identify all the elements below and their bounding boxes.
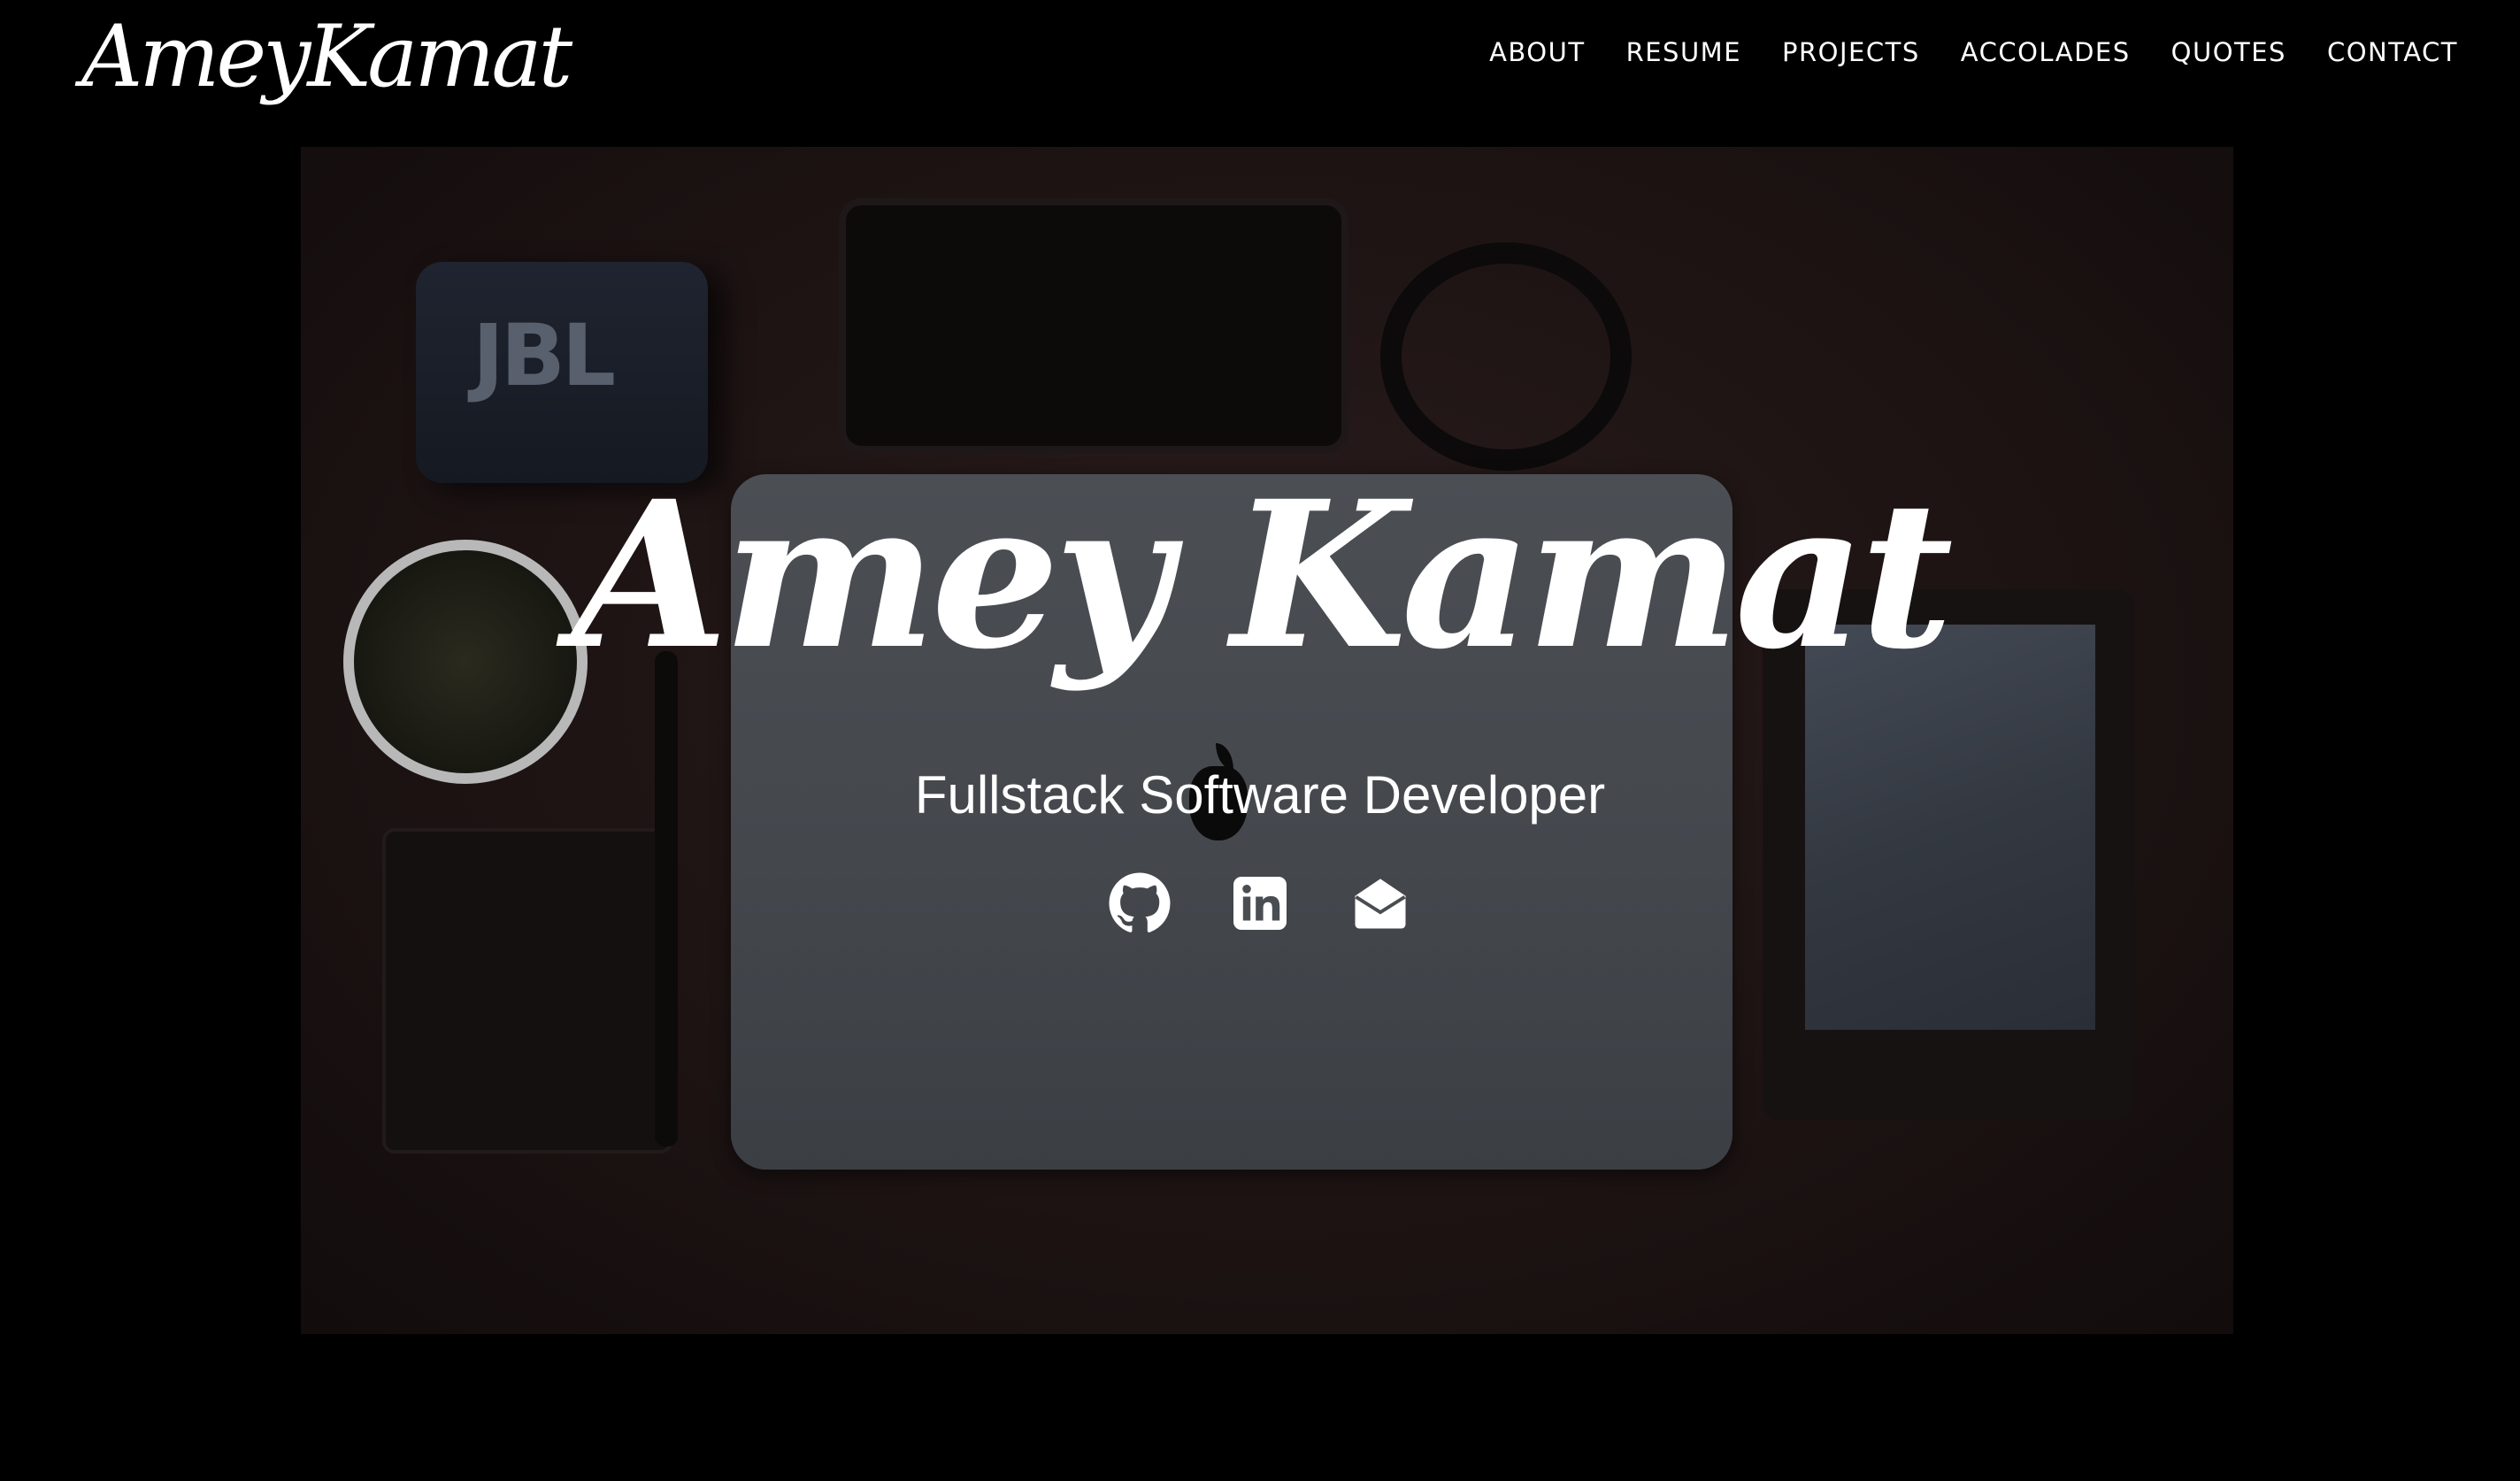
fitness-band bbox=[1380, 242, 1632, 471]
speaker-logo: JBL bbox=[472, 306, 616, 405]
navbar: AmeyKamat ABOUT RESUME PROJECTS ACCOLADE… bbox=[0, 0, 2520, 133]
nav-menu: ABOUT RESUME PROJECTS ACCOLADES QUOTES C… bbox=[1489, 37, 2458, 67]
brand-logo[interactable]: AmeyKamat bbox=[81, 7, 572, 106]
page: AmeyKamat ABOUT RESUME PROJECTS ACCOLADE… bbox=[0, 0, 2520, 1481]
nav-accolades[interactable]: ACCOLADES bbox=[1961, 37, 2131, 67]
github-icon bbox=[1109, 872, 1171, 932]
nav-about[interactable]: ABOUT bbox=[1489, 37, 1586, 67]
phone bbox=[839, 198, 1348, 453]
envelope-icon bbox=[1355, 879, 1406, 929]
nav-projects[interactable]: PROJECTS bbox=[1782, 37, 1920, 67]
nav-quotes[interactable]: QUOTES bbox=[2171, 37, 2286, 67]
hero-role: Fullstack Software Developer bbox=[914, 765, 1606, 825]
email-link[interactable] bbox=[1348, 871, 1412, 935]
linkedin-icon bbox=[1233, 877, 1287, 930]
hero-content: Amey Kamat Fullstack Software Developer bbox=[0, 460, 2520, 935]
hero-name: Amey Kamat bbox=[572, 457, 1953, 694]
github-link[interactable] bbox=[1108, 871, 1172, 935]
linkedin-link[interactable] bbox=[1228, 871, 1292, 935]
speaker: JBL bbox=[416, 262, 708, 483]
social-links bbox=[0, 871, 2520, 935]
nav-resume[interactable]: RESUME bbox=[1626, 37, 1741, 67]
nav-contact[interactable]: CONTACT bbox=[2327, 37, 2458, 67]
